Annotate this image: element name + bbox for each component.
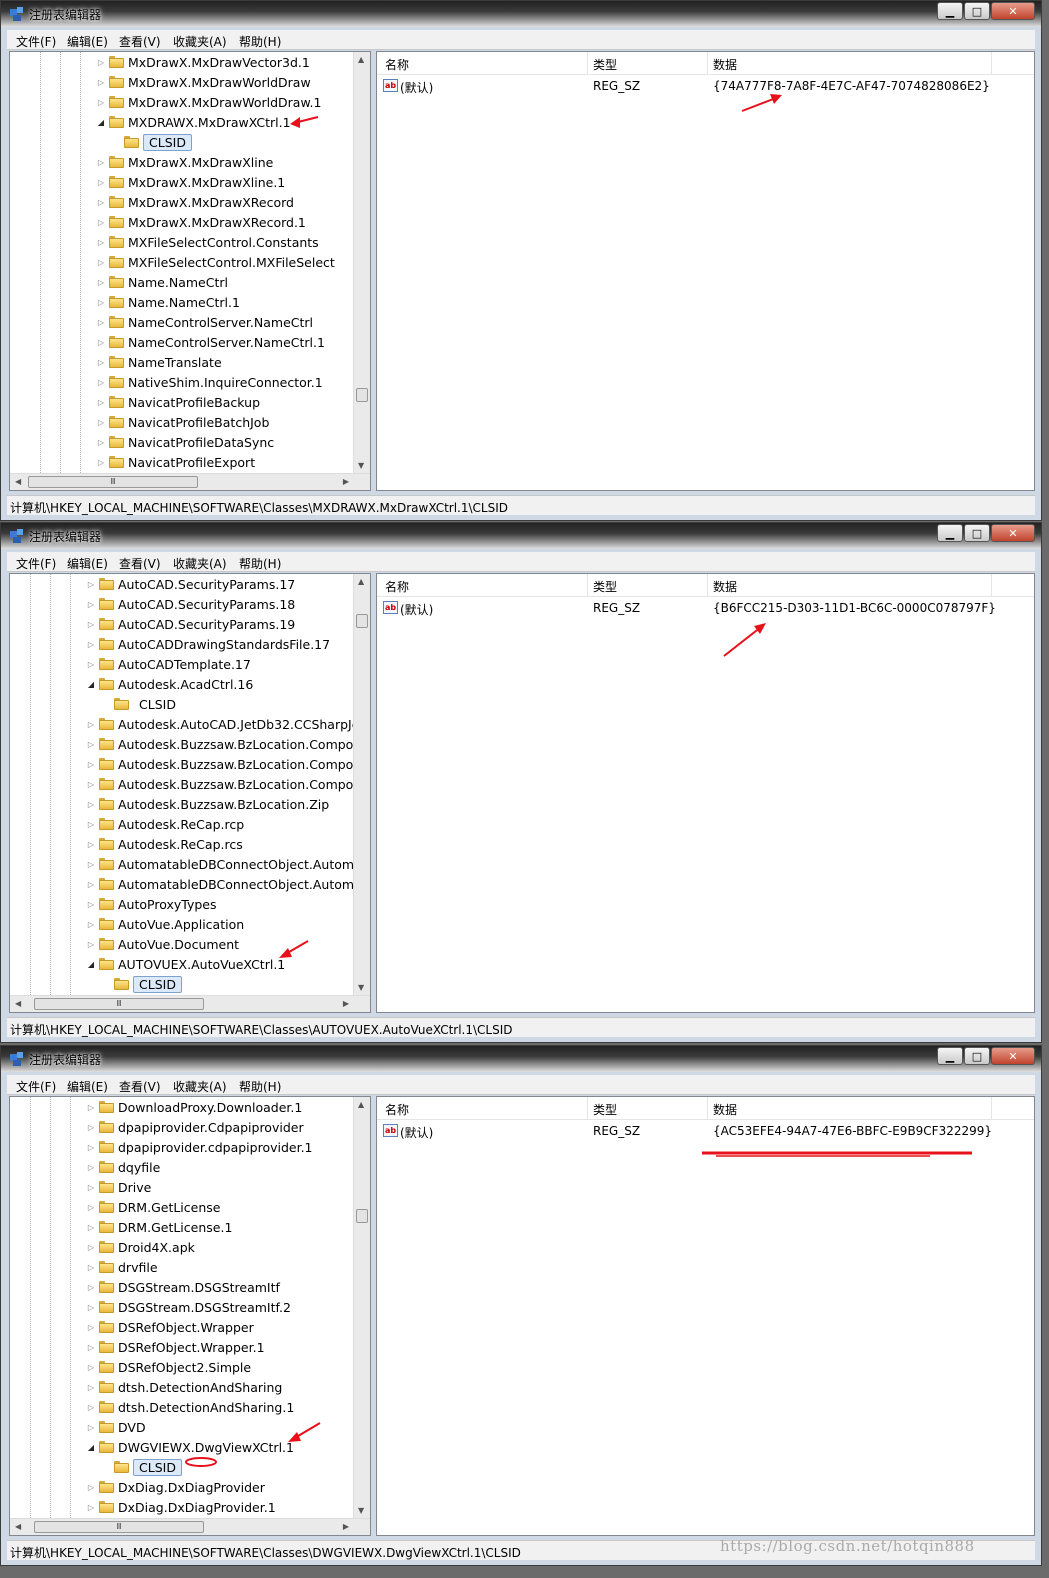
- red-arrow-icon: [279, 940, 309, 958]
- annotation-overlay: [185, 94, 972, 1467]
- red-arrow-icon: [723, 623, 766, 657]
- red-arrow-icon: [741, 94, 782, 112]
- red-circle-icon: [185, 1457, 217, 1467]
- red-arrow-icon: [288, 1422, 321, 1442]
- red-arrow-icon: [290, 116, 319, 128]
- watermark-text: https://blog.csdn.net/hotqin888: [720, 1537, 975, 1555]
